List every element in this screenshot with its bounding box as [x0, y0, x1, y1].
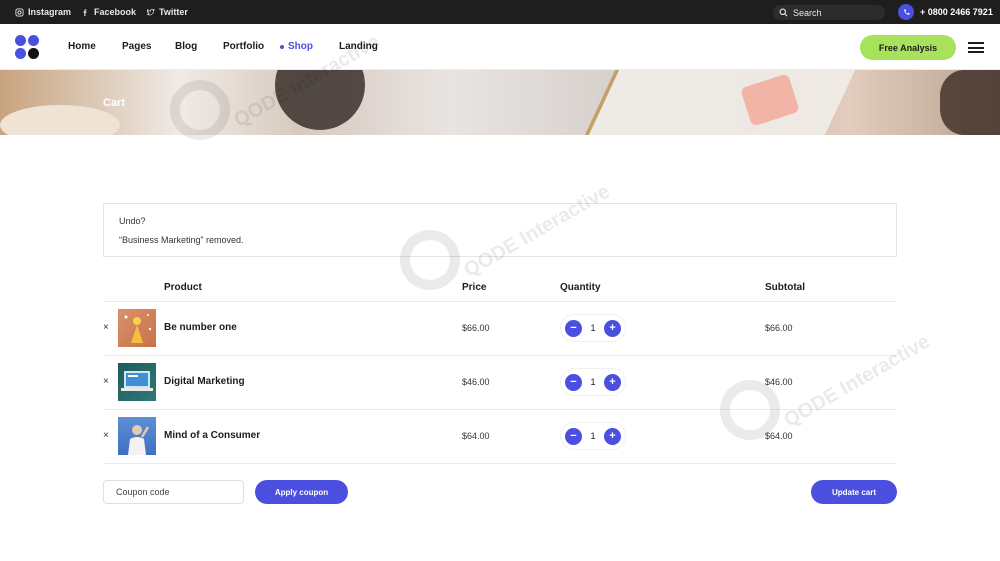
product-name-link[interactable]: Be number one [164, 322, 237, 333]
quantity-value[interactable]: 1 [590, 431, 595, 441]
instagram-label: Instagram [28, 7, 72, 17]
removed-message: “Business Marketing” removed. [119, 235, 244, 245]
col-product-header: Product [164, 282, 202, 293]
col-price-header: Price [462, 282, 487, 293]
product-name-link[interactable]: Mind of a Consumer [164, 430, 260, 441]
instagram-link[interactable]: Instagram [15, 7, 71, 17]
remove-item-button[interactable]: × [103, 376, 109, 387]
twitter-label: Twitter [159, 7, 188, 17]
search-button[interactable]: Search [773, 5, 885, 20]
main-header: Home Pages Blog Portfolio Shop Landing F… [0, 24, 1000, 70]
remove-item-button[interactable]: × [103, 430, 109, 441]
nav-home[interactable]: Home [68, 41, 96, 52]
update-cart-button[interactable]: Update cart [811, 480, 897, 504]
remove-item-button[interactable]: × [103, 322, 109, 333]
quantity-stepper: − 1 + [561, 423, 625, 449]
increase-quantity-button[interactable]: + [603, 427, 621, 445]
product-subtotal: $64.00 [765, 431, 793, 441]
product-price: $66.00 [462, 323, 490, 333]
decrease-quantity-button[interactable]: − [565, 427, 582, 445]
product-subtotal: $46.00 [765, 377, 793, 387]
product-price: $46.00 [462, 377, 490, 387]
product-thumbnail[interactable] [118, 309, 156, 347]
twitter-link[interactable]: Twitter [146, 7, 188, 17]
product-name-link[interactable]: Digital Marketing [164, 376, 245, 387]
nav-shop[interactable]: Shop [288, 41, 313, 52]
social-links: Instagram Facebook Twitter [15, 7, 188, 17]
hamburger-menu-icon[interactable] [968, 42, 984, 53]
search-icon [779, 8, 788, 17]
nav-blog[interactable]: Blog [175, 41, 197, 52]
phone-number: + 0800 2466 7921 [920, 7, 993, 17]
quantity-stepper: − 1 + [561, 315, 625, 341]
quantity-stepper: − 1 + [561, 369, 625, 395]
increase-quantity-button[interactable]: + [603, 373, 621, 391]
product-subtotal: $66.00 [765, 323, 793, 333]
facebook-label: Facebook [94, 7, 137, 17]
facebook-link[interactable]: Facebook [81, 7, 136, 17]
page-title-banner: Cart [0, 70, 1000, 135]
top-bar: Instagram Facebook Twitter Search + 0800… [0, 0, 1000, 24]
instagram-icon [15, 7, 24, 17]
active-nav-dot [280, 45, 284, 49]
coupon-code-input[interactable] [103, 480, 244, 504]
decrease-quantity-button[interactable]: − [565, 319, 582, 337]
nav-pages[interactable]: Pages [122, 41, 151, 52]
search-label: Search [793, 7, 822, 18]
undo-link[interactable]: Undo? [119, 216, 146, 226]
facebook-icon [83, 8, 87, 16]
quantity-value[interactable]: 1 [590, 323, 595, 333]
phone-icon [898, 4, 914, 20]
phone-contact[interactable]: + 0800 2466 7921 [898, 4, 993, 20]
free-analysis-button[interactable]: Free Analysis [860, 35, 956, 60]
col-quantity-header: Quantity [560, 282, 601, 293]
col-subtotal-header: Subtotal [765, 282, 805, 293]
cart-notice: Undo? “Business Marketing” removed. [103, 203, 897, 257]
increase-quantity-button[interactable]: + [603, 319, 621, 337]
twitter-icon [147, 8, 155, 15]
product-thumbnail[interactable] [118, 363, 156, 401]
quantity-value[interactable]: 1 [590, 377, 595, 387]
nav-landing[interactable]: Landing [339, 41, 378, 52]
decrease-quantity-button[interactable]: − [565, 373, 582, 391]
product-price: $64.00 [462, 431, 490, 441]
logo[interactable] [15, 35, 39, 59]
apply-coupon-button[interactable]: Apply coupon [255, 480, 348, 504]
page-title: Cart [103, 97, 126, 109]
nav-portfolio[interactable]: Portfolio [223, 41, 264, 52]
product-thumbnail[interactable] [118, 417, 156, 455]
